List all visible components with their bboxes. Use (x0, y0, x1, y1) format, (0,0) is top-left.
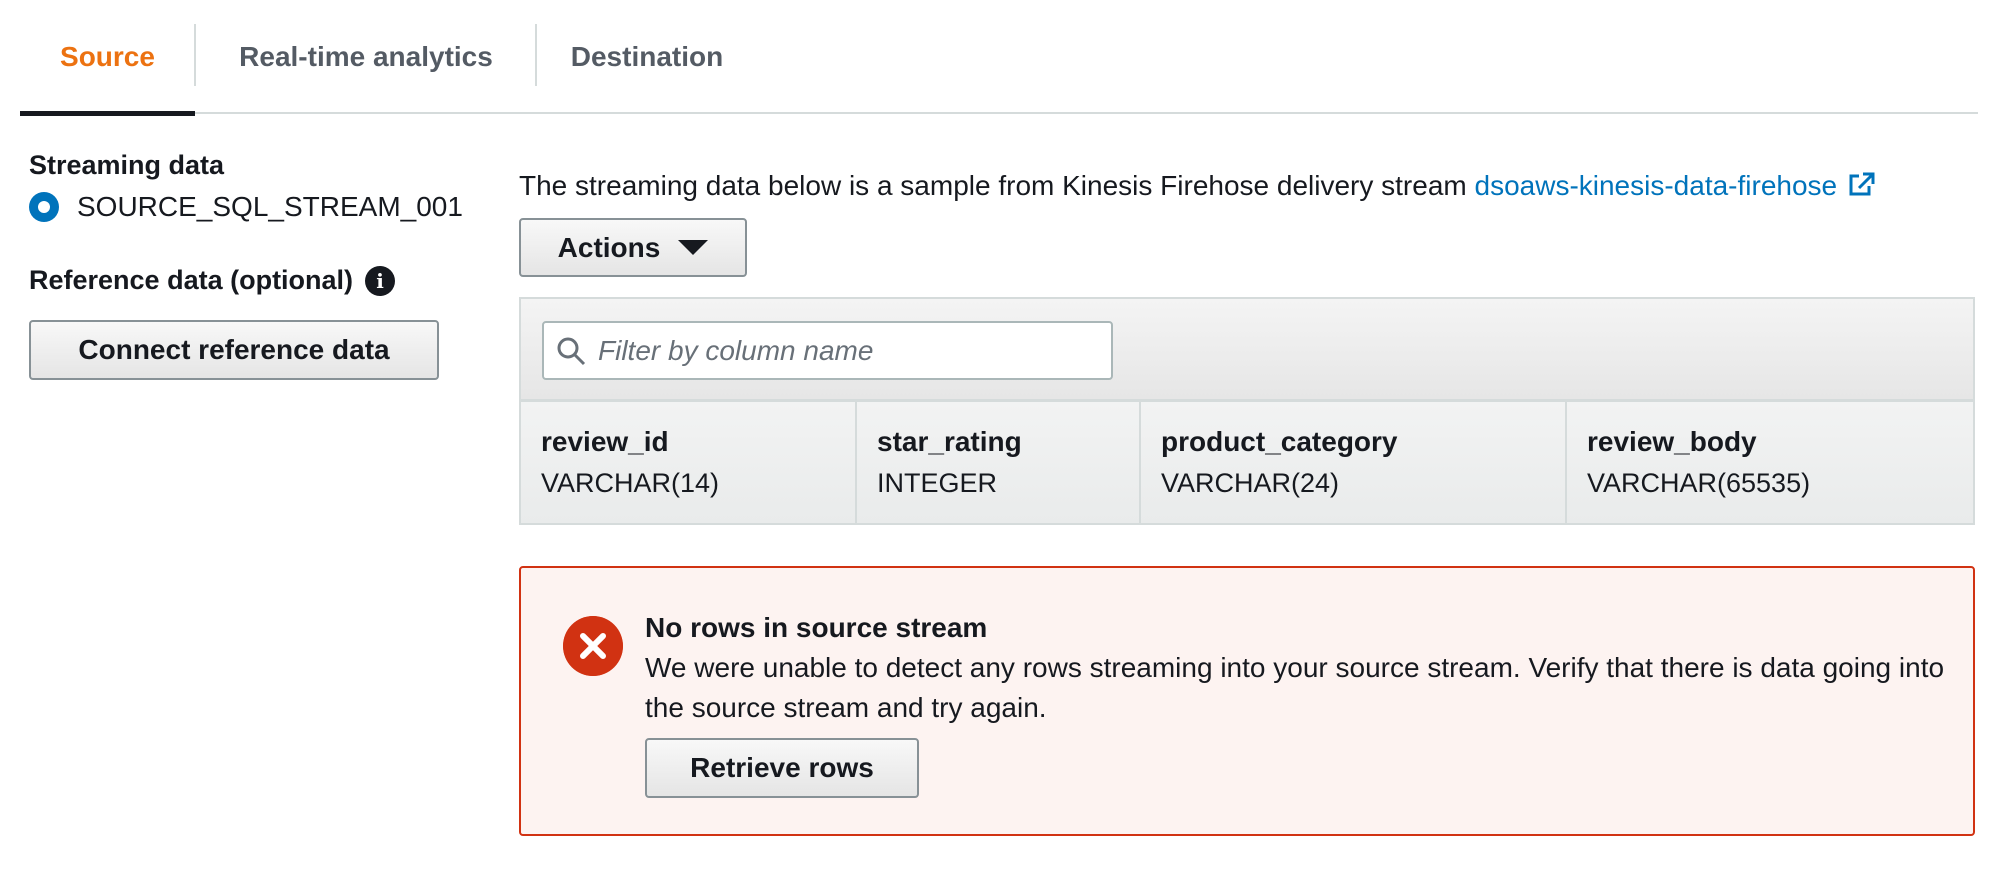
reference-data-heading: Reference data (optional) (29, 265, 354, 295)
reference-data-heading-row: Reference data (optional) i (29, 265, 469, 296)
column-header[interactable]: review_body VARCHAR(65535) (1567, 402, 1973, 523)
search-icon (557, 337, 586, 365)
stream-description-text: The streaming data below is a sample fro… (519, 170, 1475, 201)
actions-dropdown-button[interactable]: Actions (519, 218, 747, 277)
column-type: VARCHAR(65535) (1587, 468, 1811, 498)
alert-body: No rows in source stream We were unable … (645, 612, 1945, 798)
caret-down-icon (678, 240, 709, 255)
connect-reference-data-button[interactable]: Connect reference data (29, 320, 439, 380)
column-header[interactable]: product_category VARCHAR(24) (1141, 402, 1567, 523)
streaming-data-heading: Streaming data (29, 150, 225, 180)
left-panel: Streaming data SOURCE_SQL_STREAM_001 Ref… (29, 150, 469, 380)
filter-field[interactable] (542, 321, 1113, 380)
error-alert: No rows in source stream We were unable … (519, 566, 1975, 836)
retrieve-rows-button[interactable]: Retrieve rows (645, 738, 919, 798)
schema-table: review_id VARCHAR(14) star_rating INTEGE… (519, 297, 1975, 525)
column-name: product_category (1161, 426, 1398, 457)
column-header[interactable]: star_rating INTEGER (857, 402, 1141, 523)
delivery-stream-link[interactable]: dsoaws-kinesis-data-firehose (1475, 170, 1838, 201)
actions-label: Actions (557, 231, 661, 263)
alert-title: No rows in source stream (645, 612, 988, 643)
tab-destination[interactable]: Destination (537, 0, 757, 114)
column-name: review_body (1587, 426, 1757, 457)
stream-description: The streaming data below is a sample fro… (519, 170, 1875, 202)
column-header-row: review_id VARCHAR(14) star_rating INTEGE… (521, 402, 1973, 523)
column-type: VARCHAR(24) (1161, 468, 1340, 498)
column-name: review_id (541, 426, 669, 457)
column-header[interactable]: review_id VARCHAR(14) (521, 402, 857, 523)
alert-message: We were unable to detect any rows stream… (645, 652, 1945, 723)
error-icon (563, 616, 623, 676)
stream-option-label[interactable]: SOURCE_SQL_STREAM_001 (77, 191, 463, 223)
external-link-icon[interactable] (1847, 172, 1875, 198)
tab-real-time-analytics[interactable]: Real-time analytics (196, 0, 536, 114)
tab-bar: Source Real-time analytics Destination (20, 0, 1978, 116)
column-type: VARCHAR(14) (541, 468, 720, 498)
filter-input[interactable] (596, 333, 1100, 368)
tab-source[interactable]: Source (20, 0, 195, 116)
info-icon[interactable]: i (365, 265, 396, 296)
radio-selected-icon[interactable] (29, 192, 59, 222)
column-type: INTEGER (877, 468, 998, 498)
column-name: star_rating (877, 426, 1022, 457)
stream-radio-option[interactable]: SOURCE_SQL_STREAM_001 (29, 191, 469, 223)
filter-bar (521, 299, 1973, 402)
